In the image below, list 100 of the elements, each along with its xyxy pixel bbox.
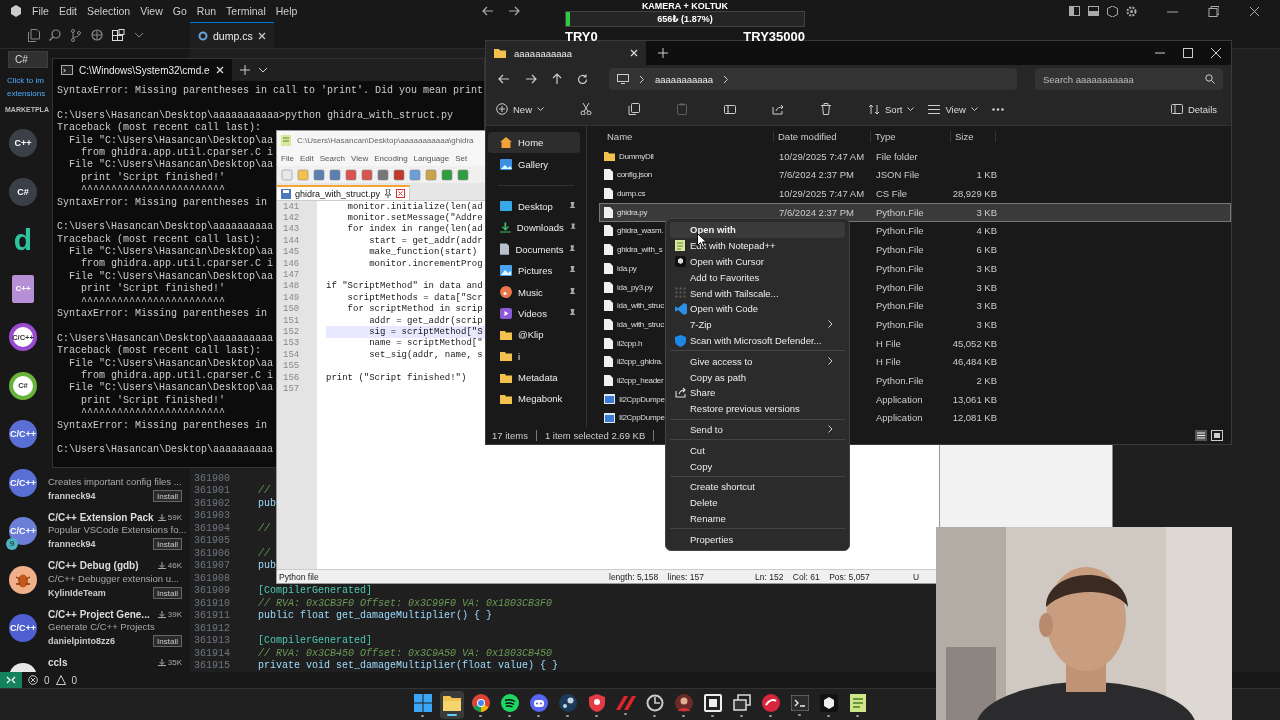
nav-item[interactable]: Metadata <box>488 366 580 389</box>
install-button[interactable]: Install <box>153 635 182 647</box>
menu-item[interactable]: Copy as path <box>670 369 845 385</box>
menu-item[interactable]: Restore previous versions <box>670 400 845 417</box>
files-icon[interactable] <box>28 28 40 42</box>
extension-name[interactable]: C/C++ Debug (gdb) <box>48 560 139 571</box>
menu-item[interactable]: Create shortcut <box>670 478 845 495</box>
menu-item[interactable]: Go <box>172 5 187 17</box>
windows-stack-icon[interactable] <box>732 693 751 712</box>
column-header[interactable]: Name <box>599 131 774 142</box>
shield-app-icon[interactable] <box>587 693 606 712</box>
folder-icon[interactable] <box>442 694 461 711</box>
menu-item[interactable]: 7-Zip <box>670 316 845 333</box>
nav-item[interactable]: Videos <box>488 302 580 325</box>
menu-item[interactable]: Edit <box>58 5 77 17</box>
game-app-icon[interactable] <box>558 693 577 712</box>
up-arrow-icon[interactable] <box>552 73 562 85</box>
menu-item[interactable]: Language <box>413 153 450 163</box>
new-tab-icon[interactable] <box>239 65 250 75</box>
menu-item[interactable]: Edit <box>299 153 314 163</box>
file-tab[interactable]: ghidra_with_struct.py <box>277 185 411 200</box>
slash-app-icon[interactable] <box>615 695 636 710</box>
nav-item[interactable]: Downloads <box>488 217 580 239</box>
editor-tab[interactable]: dump.cs <box>190 22 274 48</box>
menu-item[interactable]: Search <box>319 153 346 163</box>
ring-app-icon[interactable] <box>645 693 664 712</box>
nav-item[interactable]: Megabonk <box>488 388 580 410</box>
back-arrow-icon[interactable] <box>482 6 495 16</box>
terminal-tab[interactable]: C:\Windows\System32\cmd.e <box>53 59 232 81</box>
selected-row[interactable]: ghidra.py 7/6/2024 2:37 PM Python.File 3 KB <box>599 203 1231 222</box>
nav-item[interactable]: @Klip <box>488 324 580 346</box>
install-button[interactable]: Install <box>153 586 182 599</box>
extension-name[interactable]: C/C++ Extension Pack <box>48 511 154 523</box>
panel-left-icon[interactable] <box>1069 6 1080 16</box>
menu-item[interactable]: Copy <box>670 458 845 474</box>
search-icon[interactable] <box>49 29 61 41</box>
close-icon[interactable] <box>1211 48 1221 58</box>
menu-item[interactable]: Properties <box>670 531 845 548</box>
cube-icon[interactable] <box>1107 5 1118 17</box>
nav-item[interactable]: Pictures <box>488 259 580 282</box>
forward-arrow-icon[interactable] <box>508 6 521 16</box>
forward-arrow-icon[interactable] <box>525 74 537 84</box>
taskbar-button[interactable] <box>439 691 464 719</box>
nav-item[interactable]: Gallery <box>488 153 580 175</box>
column-header[interactable]: Date modified <box>774 131 871 142</box>
view-button[interactable]: View <box>928 103 978 115</box>
maximize-icon[interactable] <box>1183 48 1193 58</box>
menu-item[interactable]: Selection <box>87 5 131 17</box>
menu-item[interactable]: Help <box>275 5 298 17</box>
chevron-down-icon[interactable] <box>134 32 144 38</box>
extension-name[interactable]: ccls <box>48 657 68 668</box>
music-app-icon[interactable] <box>500 693 519 712</box>
close-icon[interactable] <box>257 31 266 40</box>
nav-item[interactable]: Documents <box>488 238 580 260</box>
menu-item[interactable]: Rename <box>670 510 845 527</box>
settings-icon[interactable] <box>1126 5 1137 17</box>
menu-item[interactable]: View <box>351 153 369 163</box>
menu-item[interactable]: Open with Code <box>670 301 845 317</box>
cube-app-icon[interactable] <box>819 693 838 712</box>
chat-app-icon[interactable] <box>529 693 548 712</box>
branch-icon[interactable] <box>70 28 82 42</box>
menu-item[interactable]: Send with Tailscale... <box>670 285 845 301</box>
menu-item[interactable]: Give access to <box>670 353 845 370</box>
new-tab-icon[interactable] <box>658 48 668 58</box>
menu-item[interactable]: Set <box>455 153 468 163</box>
start-icon[interactable] <box>413 693 432 712</box>
menu-item[interactable]: Run <box>196 5 217 17</box>
install-button[interactable]: Install <box>153 538 182 550</box>
menu-item[interactable]: File <box>32 5 49 17</box>
menu-item[interactable]: Open with Cursor <box>670 253 845 270</box>
new-button[interactable]: New <box>496 103 544 115</box>
menu-item[interactable]: Open with <box>670 222 845 238</box>
sort-button[interactable]: Sort <box>868 103 915 115</box>
notepad-app-icon[interactable] <box>849 693 866 712</box>
menu-item[interactable]: Send to <box>670 421 845 438</box>
menu-item[interactable]: Scan with Microsoft Defender... <box>670 332 845 349</box>
disc-app-icon[interactable] <box>761 693 780 712</box>
delete-icon[interactable] <box>820 103 832 115</box>
menu-item[interactable]: Add to Favorites <box>670 269 845 286</box>
search-field[interactable]: C# <box>8 51 48 68</box>
column-header[interactable]: Type <box>871 131 951 142</box>
search-field[interactable]: Search aaaaaaaaaaa <box>1035 68 1223 90</box>
menu-item[interactable]: Delete <box>670 494 845 511</box>
hint-link[interactable]: extensions <box>7 87 46 100</box>
nav-item[interactable]: i <box>488 345 580 367</box>
menu-item[interactable]: Share <box>670 384 845 401</box>
menu-item[interactable]: View <box>140 5 163 17</box>
details-button[interactable]: Details <box>1170 103 1217 115</box>
extensions-icon[interactable] <box>112 28 125 42</box>
figure-app-icon[interactable] <box>674 693 693 712</box>
details-view-icon[interactable] <box>1195 430 1207 441</box>
rename-icon[interactable] <box>724 103 736 115</box>
terminal-icon[interactable] <box>790 694 809 711</box>
share-icon[interactable] <box>772 103 784 115</box>
back-arrow-icon[interactable] <box>498 74 510 84</box>
extension-name[interactable]: C/C++ Project Gene... <box>48 608 150 620</box>
remote-button[interactable] <box>0 672 22 688</box>
folder-tab[interactable]: aaaaaaaaaaa <box>486 41 646 65</box>
address-bar[interactable]: aaaaaaaaaaa <box>609 68 1017 90</box>
breadcrumb[interactable]: aaaaaaaaaaa <box>655 73 714 85</box>
